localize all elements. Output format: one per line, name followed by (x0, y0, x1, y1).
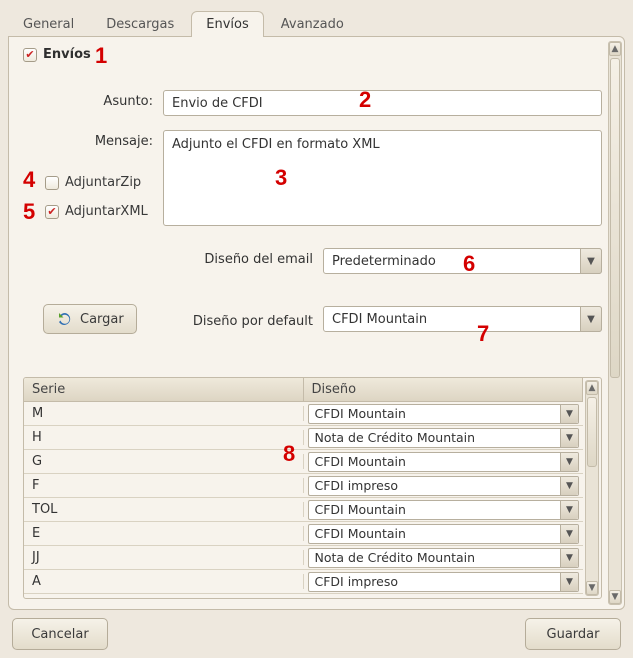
tab-descargas[interactable]: Descargas (91, 11, 189, 37)
scroll-thumb[interactable] (587, 397, 597, 467)
settings-window: General Descargas Envíos Avanzado ▲ ▼ En… (0, 0, 633, 658)
chevron-down-icon[interactable]: ▼ (560, 549, 578, 567)
diseno-email-label: Diseño del email (23, 248, 323, 267)
serie-cell[interactable]: A (24, 574, 304, 589)
diseno-row-value: CFDI Mountain (315, 406, 406, 421)
tab-panel-envios: ▲ ▼ Envíos Asunto: Mensaje: (8, 36, 625, 610)
diseno-default-label: Diseño por default (163, 310, 323, 329)
tab-general[interactable]: General (8, 11, 89, 37)
table-inner: Serie Diseño M CFDI Mountain ▼ H Nota de Cré… (24, 378, 583, 598)
diseno-row-select[interactable]: CFDI Mountain ▼ (308, 452, 580, 472)
attachments-area: AdjuntarZip AdjuntarXML (23, 175, 163, 233)
scroll-down-icon[interactable]: ▼ (586, 581, 598, 595)
mensaje-textarea[interactable] (163, 130, 602, 226)
diseno-row-value: CFDI Mountain (315, 502, 406, 517)
table-body: M CFDI Mountain ▼ H Nota de Crédito Mountain… (24, 402, 583, 594)
diseno-email-select[interactable]: Predeterminado ▼ (323, 248, 602, 274)
table-row: F CFDI impreso ▼ (24, 474, 583, 498)
diseno-row-select[interactable]: CFDI Mountain ▼ (308, 500, 580, 520)
scroll-up-icon[interactable]: ▲ (609, 42, 621, 56)
annotation-1: 1 (95, 43, 107, 69)
diseno-row-select[interactable]: CFDI impreso ▼ (308, 572, 580, 592)
chevron-down-icon[interactable]: ▼ (560, 477, 578, 495)
diseno-row-select[interactable]: CFDI Mountain ▼ (308, 404, 580, 424)
chevron-down-icon[interactable]: ▼ (560, 501, 578, 519)
checkbox-icon (45, 205, 59, 219)
diseno-row-select[interactable]: Nota de Crédito Mountain ▼ (308, 428, 580, 448)
col-diseno-header[interactable]: Diseño (304, 378, 584, 401)
diseno-cell: CFDI Mountain ▼ (304, 404, 584, 424)
adjuntar-xml-label: AdjuntarXML (65, 204, 148, 219)
table-row: A CFDI impreso ▼ (24, 570, 583, 594)
table-scrollbar[interactable]: ▲ ▼ (585, 380, 599, 596)
table-header: Serie Diseño (24, 378, 583, 402)
table-row: TOL CFDI Mountain ▼ (24, 498, 583, 522)
asunto-input[interactable] (163, 90, 602, 116)
save-button[interactable]: Guardar (525, 618, 621, 650)
chevron-down-icon[interactable]: ▼ (580, 248, 602, 274)
adjuntar-xml-checkbox[interactable]: AdjuntarXML (23, 204, 163, 219)
asunto-label: Asunto: (23, 90, 163, 109)
diseno-row-value: CFDI Mountain (315, 526, 406, 541)
chevron-down-icon[interactable]: ▼ (560, 429, 578, 447)
diseno-row-select[interactable]: CFDI impreso ▼ (308, 476, 580, 496)
scroll-thumb[interactable] (610, 58, 620, 378)
mensaje-label: Mensaje: (23, 130, 163, 149)
adjuntar-zip-checkbox[interactable]: AdjuntarZip (23, 175, 163, 190)
panel-content: Envíos Asunto: Mensaje: Adjunt (23, 47, 602, 599)
chevron-down-icon[interactable]: ▼ (580, 306, 602, 332)
table-row: H Nota de Crédito Mountain ▼ (24, 426, 583, 450)
cargar-button[interactable]: Cargar (43, 304, 137, 334)
chevron-down-icon[interactable]: ▼ (560, 525, 578, 543)
dialog-footer: Cancelar Guardar (8, 610, 625, 652)
chevron-down-icon[interactable]: ▼ (560, 453, 578, 471)
serie-cell[interactable]: H (24, 430, 304, 445)
cargar-label: Cargar (80, 312, 124, 327)
diseno-cell: CFDI Mountain ▼ (304, 524, 584, 544)
serie-cell[interactable]: TOL (24, 502, 304, 517)
table-row: G CFDI Mountain ▼ (24, 450, 583, 474)
chevron-down-icon[interactable]: ▼ (560, 405, 578, 423)
table-row: JJ Nota de Crédito Mountain ▼ (24, 546, 583, 570)
chevron-down-icon[interactable]: ▼ (560, 573, 578, 591)
checkbox-icon (45, 176, 59, 190)
diseno-row-value: Nota de Crédito Mountain (315, 550, 476, 565)
tab-envios[interactable]: Envíos (191, 11, 264, 37)
diseno-cell: CFDI impreso ▼ (304, 572, 584, 592)
panel-scrollbar[interactable]: ▲ ▼ (608, 41, 622, 605)
refresh-icon (56, 310, 74, 328)
envios-section-checkbox[interactable]: Envíos (23, 47, 91, 62)
col-serie-header[interactable]: Serie (24, 378, 304, 401)
diseno-email-value: Predeterminado (323, 248, 602, 274)
serie-cell[interactable]: E (24, 526, 304, 541)
tab-bar: General Descargas Envíos Avanzado (8, 8, 625, 36)
diseno-cell: Nota de Crédito Mountain ▼ (304, 548, 584, 568)
serie-cell[interactable]: G (24, 454, 304, 469)
scroll-down-icon[interactable]: ▼ (609, 590, 621, 604)
serie-cell[interactable]: F (24, 478, 304, 493)
diseno-default-value: CFDI Mountain (323, 306, 602, 332)
serie-cell[interactable]: JJ (24, 550, 304, 565)
diseno-row-value: CFDI impreso (315, 478, 399, 493)
diseno-cell: CFDI impreso ▼ (304, 476, 584, 496)
diseno-cell: CFDI Mountain ▼ (304, 500, 584, 520)
diseno-row-select[interactable]: Nota de Crédito Mountain ▼ (308, 548, 580, 568)
cancel-button[interactable]: Cancelar (12, 618, 108, 650)
diseno-row-value: CFDI Mountain (315, 454, 406, 469)
table-row: E CFDI Mountain ▼ (24, 522, 583, 546)
serie-diseno-table: Serie Diseño M CFDI Mountain ▼ H Nota de Cré… (23, 377, 602, 599)
serie-cell[interactable]: M (24, 406, 304, 421)
diseno-default-select[interactable]: CFDI Mountain ▼ (323, 306, 602, 332)
tab-avanzado[interactable]: Avanzado (266, 11, 359, 37)
adjuntar-zip-label: AdjuntarZip (65, 175, 141, 190)
diseno-row-select[interactable]: CFDI Mountain ▼ (308, 524, 580, 544)
envios-section-label: Envíos (43, 47, 91, 62)
checkbox-icon (23, 48, 37, 62)
diseno-row-value: Nota de Crédito Mountain (315, 430, 476, 445)
diseno-cell: CFDI Mountain ▼ (304, 452, 584, 472)
scroll-up-icon[interactable]: ▲ (586, 381, 598, 395)
diseno-row-value: CFDI impreso (315, 574, 399, 589)
diseno-cell: Nota de Crédito Mountain ▼ (304, 428, 584, 448)
table-row: M CFDI Mountain ▼ (24, 402, 583, 426)
